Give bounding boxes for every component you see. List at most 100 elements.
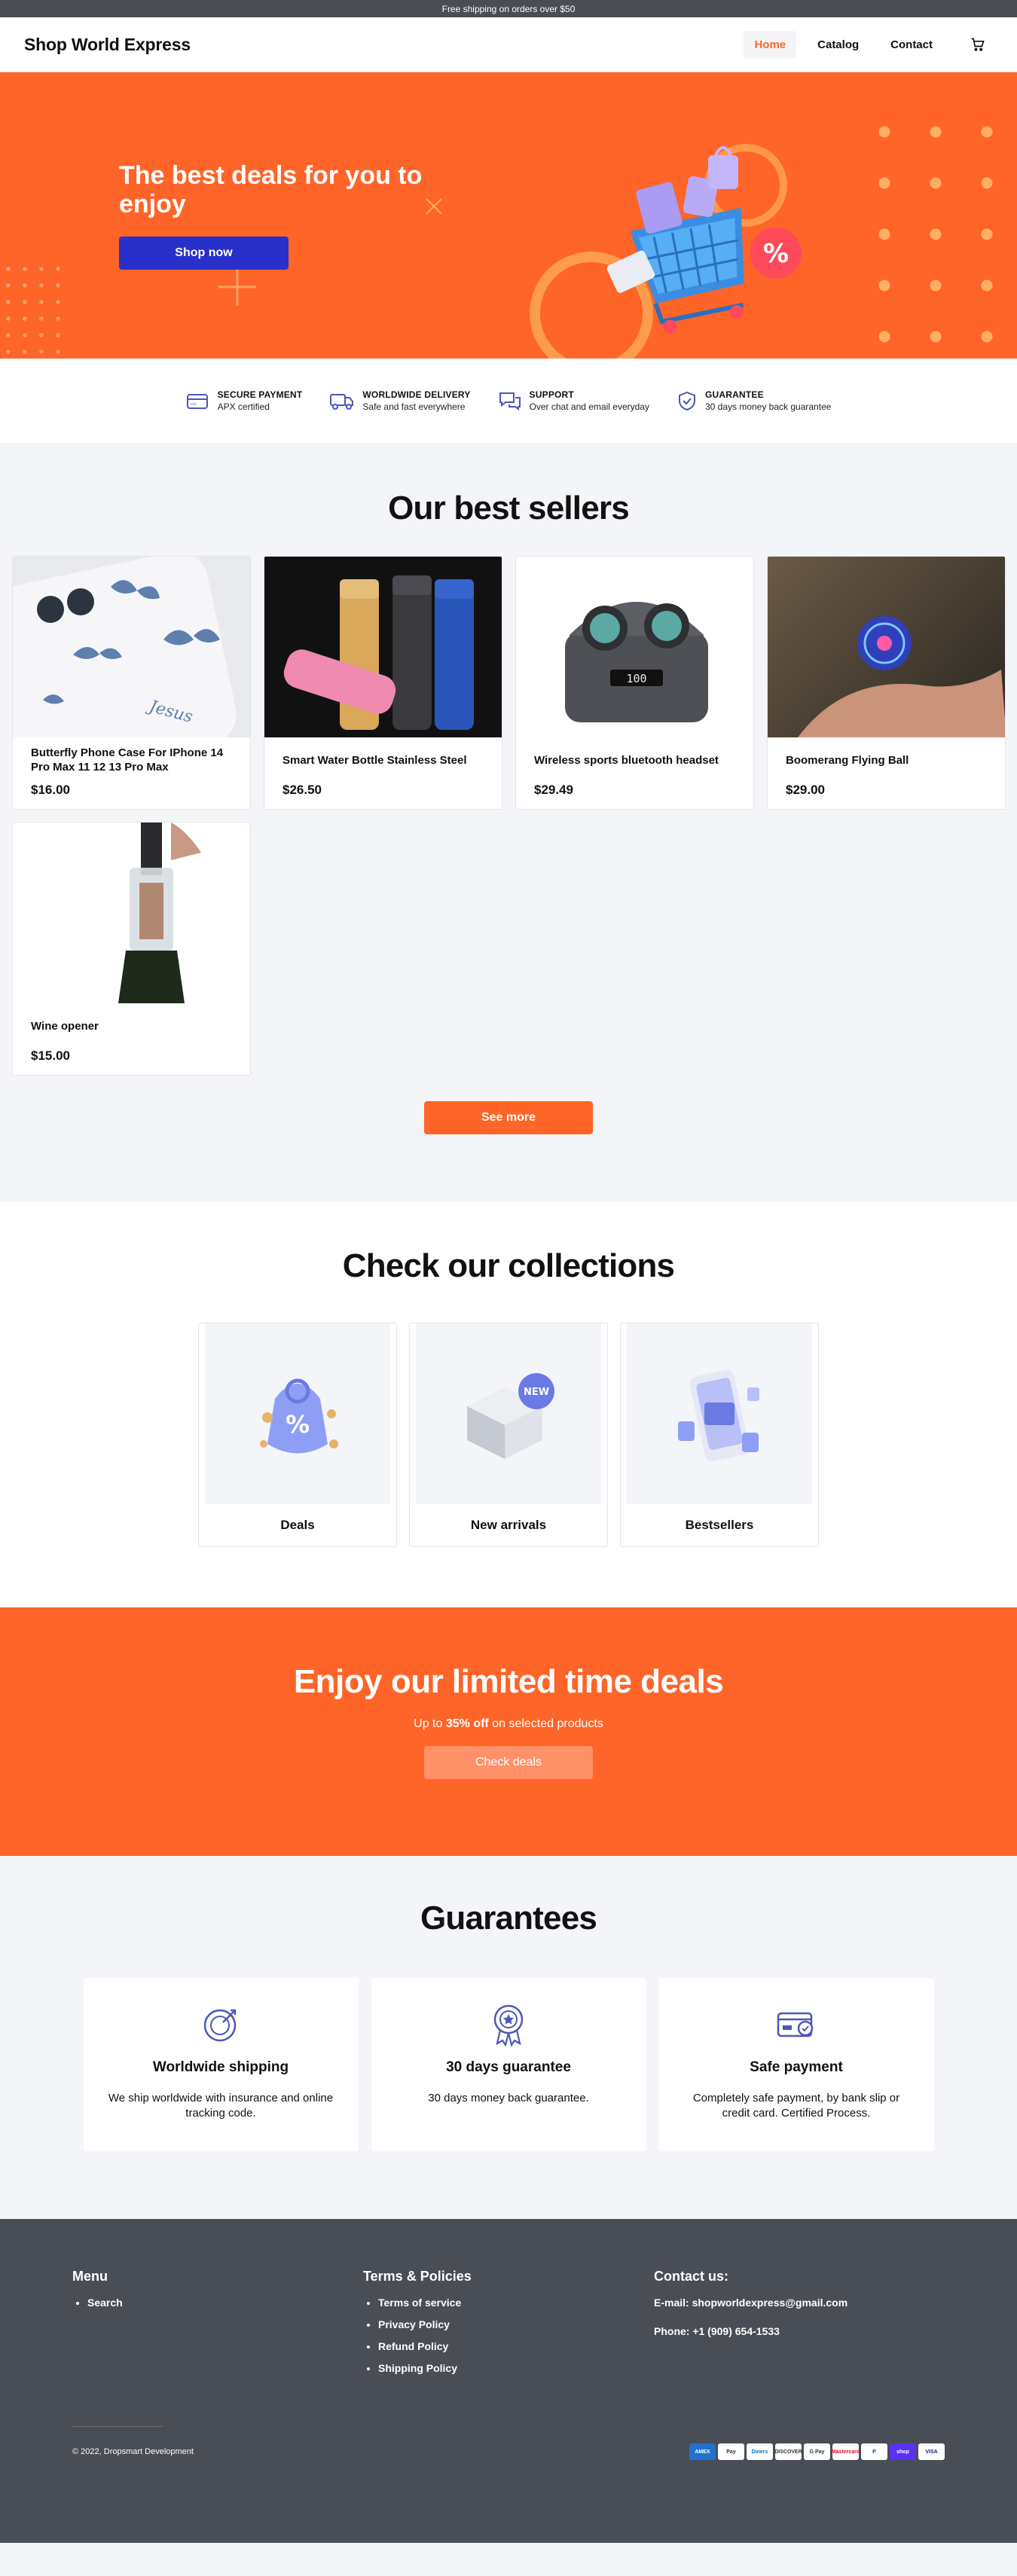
feature-support: SUPPORT Over chat and email everyday [498, 389, 649, 412]
check-deals-button[interactable]: Check deals [424, 1746, 593, 1779]
collection-card-bestsellers[interactable]: Bestsellers [620, 1323, 819, 1547]
product-card[interactable]: Jesus Butterfly Phone Case For IPhone 14… [12, 556, 251, 810]
footer-link-refund[interactable]: Refund Policy [378, 2340, 654, 2352]
site-footer: Menu Search Terms & Policies Terms of se… [0, 2219, 1017, 2543]
globe-plane-icon [203, 2009, 237, 2042]
product-price: $29.49 [534, 783, 573, 797]
collection-label[interactable]: Deals [205, 1518, 390, 1533]
promo-discount: 35% off [445, 1717, 489, 1730]
footer-contact-title: Contact us: [654, 2269, 728, 2284]
product-price: $29.00 [786, 783, 825, 797]
product-image[interactable] [768, 557, 1005, 737]
footer-contact: Contact us: E-mail: shopworldexpress@gma… [654, 2269, 945, 2384]
truck-icon [330, 394, 354, 410]
nav-contact[interactable]: Contact [880, 31, 943, 59]
mastercard-icon: Mastercard [832, 2443, 860, 2460]
guarantee-title: Worldwide shipping [152, 2059, 289, 2075]
announcement-bar: Free shipping on orders over $50 [0, 0, 1017, 17]
footer-menu-title: Menu [72, 2269, 108, 2284]
feature-title: WORLDWIDE DELIVERY [362, 389, 471, 400]
footer-link-search[interactable]: Search [87, 2297, 363, 2309]
svg-text:%: % [286, 1410, 310, 1439]
collection-label[interactable]: Bestsellers [627, 1518, 812, 1533]
brand-logo[interactable]: Shop World Express [24, 35, 191, 55]
nav-catalog[interactable]: Catalog [807, 31, 869, 59]
product-image[interactable]: 100 [516, 557, 753, 737]
footer-link-privacy[interactable]: Privacy Policy [378, 2318, 654, 2330]
product-price: $26.50 [282, 783, 322, 797]
product-name[interactable]: Wireless sports bluetooth headset [516, 737, 753, 775]
product-card[interactable]: 100 Wireless sports bluetooth headset $2… [515, 556, 754, 810]
copyright: © 2022, Dropsmart Development [72, 2447, 194, 2456]
promo-text: Up to 35% off on selected products [414, 1717, 603, 1730]
main-nav: Home Catalog Contact [744, 29, 993, 60]
collections-title: Check our collections [342, 1247, 675, 1284]
secure-card-icon [777, 2012, 814, 2037]
collection-label[interactable]: New arrivals [416, 1518, 601, 1533]
feature-title: SECURE PAYMENT [217, 389, 303, 400]
guarantee-title: Safe payment [750, 2059, 843, 2075]
svg-text:%: % [763, 239, 789, 269]
visa-icon: VISA [918, 2443, 945, 2460]
collection-card-deals[interactable]: % Deals [198, 1323, 397, 1547]
footer-terms: Terms & Policies Terms of service Privac… [363, 2269, 654, 2384]
guarantees-section: Guarantees Worldwide shipping We ship wo… [0, 1856, 1017, 2219]
hero-dots-decoration [0, 261, 68, 359]
footer-menu: Menu Search [72, 2269, 363, 2384]
product-name[interactable]: Boomerang Flying Ball [768, 737, 1005, 775]
bestsellers-title: Our best sellers [388, 490, 630, 526]
product-image[interactable] [13, 823, 250, 1003]
guarantee-desc: Completely safe payment, by bank slip or… [692, 2092, 900, 2120]
credit-card-icon [186, 394, 208, 409]
bestsellers-image [627, 1323, 812, 1504]
feature-guarantee: GUARANTEE 30 days money back guarantee [676, 389, 831, 412]
hero-dots-decoration-right [859, 106, 1009, 347]
chat-icon [499, 392, 521, 411]
bestsellers-section: Our best sellers Jesus Butterfly Phone C… [0, 443, 1017, 1202]
guarantee-card-30-days: 30 days guarantee 30 days money back gua… [371, 1978, 646, 2151]
feature-title: SUPPORT [529, 389, 574, 400]
google-pay-icon: G Pay [804, 2443, 830, 2460]
feature-subtitle: APX certified [217, 401, 270, 412]
new-arrivals-image: NEW [416, 1323, 601, 1504]
footer-link-terms[interactable]: Terms of service [378, 2297, 654, 2309]
product-name[interactable]: Butterfly Phone Case For IPhone 14 Pro M… [13, 737, 250, 775]
product-card[interactable]: Smart Water Bottle Stainless Steel $26.5… [264, 556, 502, 810]
announcement-text: Free shipping on orders over $50 [441, 3, 576, 14]
footer-link-shipping[interactable]: Shipping Policy [378, 2362, 654, 2374]
product-name[interactable]: Wine opener [13, 1003, 250, 1041]
award-ribbon-icon [493, 2004, 524, 2047]
product-card[interactable]: Boomerang Flying Ball $29.00 [767, 556, 1006, 810]
feature-secure-payment: SECURE PAYMENT APX certified [186, 389, 303, 412]
nav-home[interactable]: Home [744, 30, 797, 59]
guarantee-desc: 30 days money back guarantee. [428, 2092, 589, 2104]
shop-now-button[interactable]: Shop now [119, 237, 289, 270]
guarantee-card-safe-payment: Safe payment Completely safe payment, by… [658, 1978, 934, 2151]
paypal-icon: P [861, 2443, 887, 2460]
see-more-button[interactable]: See more [424, 1101, 593, 1134]
svg-text:100: 100 [626, 672, 646, 685]
footer-phone[interactable]: Phone: +1 (909) 654-1533 [654, 2325, 945, 2337]
collections-section: Check our collections % Deals NEW New ar… [0, 1202, 1017, 1607]
shopping-cart-illustration: % [530, 144, 802, 359]
plus-decoration-icon [218, 268, 256, 306]
product-name[interactable]: Smart Water Bottle Stainless Steel [264, 737, 502, 775]
hero-banner: The best deals for you to enjoy Shop now… [0, 72, 1017, 359]
feature-title: GUARANTEE [704, 389, 764, 400]
amex-icon: AMEX [689, 2443, 716, 2460]
feature-subtitle: Over chat and email everyday [529, 401, 649, 412]
cart-icon[interactable] [963, 29, 993, 60]
payment-icons: AMEX Pay Diners DISCOVER G Pay Mastercar… [689, 2443, 945, 2460]
product-price: $15.00 [31, 1048, 70, 1063]
promo-banner: Enjoy our limited time deals Up to 35% o… [0, 1607, 1017, 1856]
new-badge: NEW [524, 1387, 549, 1398]
product-image[interactable] [264, 557, 502, 737]
guarantees-title: Guarantees [420, 1900, 597, 1937]
guarantee-title: 30 days guarantee [446, 2059, 571, 2075]
footer-email[interactable]: E-mail: shopworldexpress@gmail.com [654, 2297, 945, 2309]
footer-divider [72, 2426, 163, 2427]
collection-card-new-arrivals[interactable]: NEW New arrivals [409, 1323, 608, 1547]
product-grid: Jesus Butterfly Phone Case For IPhone 14… [12, 556, 1006, 1076]
product-image[interactable]: Jesus [13, 557, 250, 737]
product-card[interactable]: Wine opener $15.00 [12, 822, 251, 1076]
